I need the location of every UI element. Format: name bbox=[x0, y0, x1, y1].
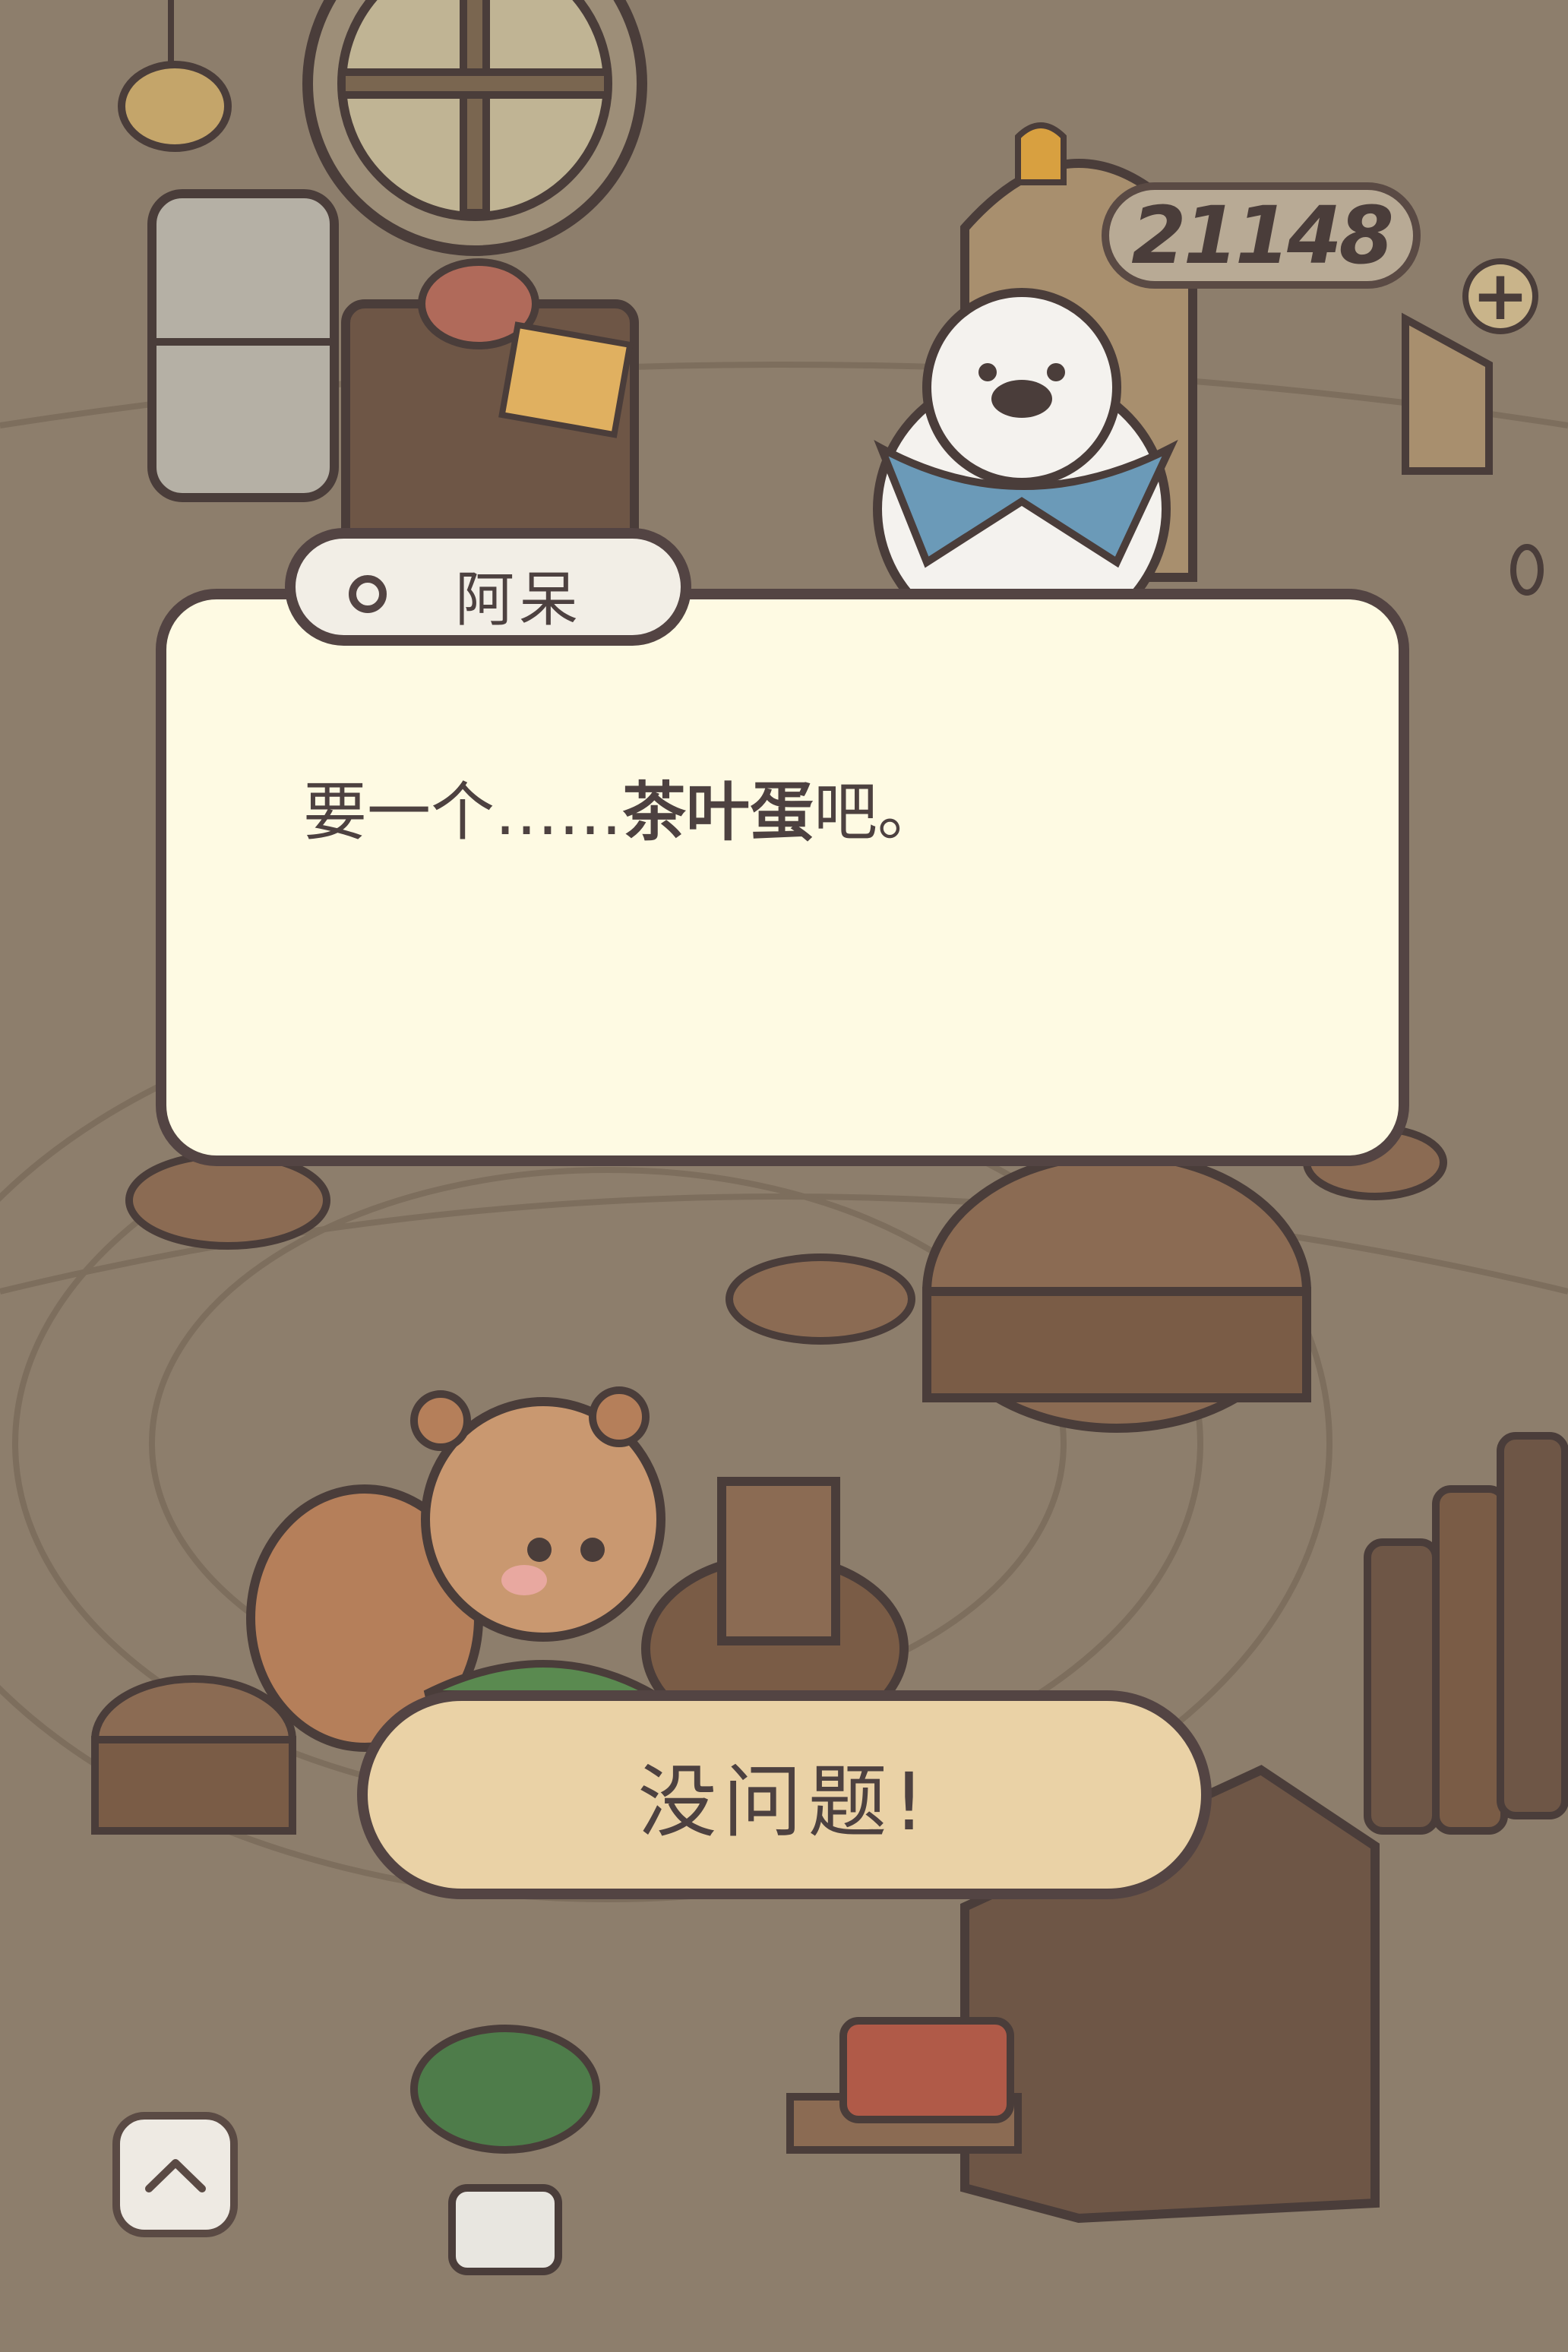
confirm-button[interactable]: 没问题! bbox=[357, 1690, 1212, 1899]
expand-button[interactable] bbox=[112, 2112, 238, 2237]
chevron-up-icon bbox=[144, 2158, 206, 2192]
plus-icon: + bbox=[1472, 256, 1529, 336]
dot-icon bbox=[349, 575, 387, 613]
dialog-text: 要一个……茶叶蛋吧。 bbox=[303, 774, 1307, 851]
dialog-text-before: 要一个…… bbox=[303, 775, 623, 849]
dialog-text-highlight: 茶叶蛋 bbox=[622, 775, 814, 849]
coin-count: 21148 bbox=[1131, 189, 1394, 282]
dialog-box: 要一个……茶叶蛋吧。 bbox=[156, 589, 1409, 1166]
speaker-name: 阿呆 bbox=[455, 566, 583, 634]
dialog-text-after: 吧。 bbox=[814, 775, 942, 849]
coin-counter: 21148 bbox=[1102, 182, 1421, 289]
add-coins-button[interactable]: + bbox=[1462, 258, 1538, 334]
confirm-button-label: 没问题! bbox=[637, 1756, 931, 1848]
speaker-name-tab: 阿呆 bbox=[285, 528, 691, 646]
